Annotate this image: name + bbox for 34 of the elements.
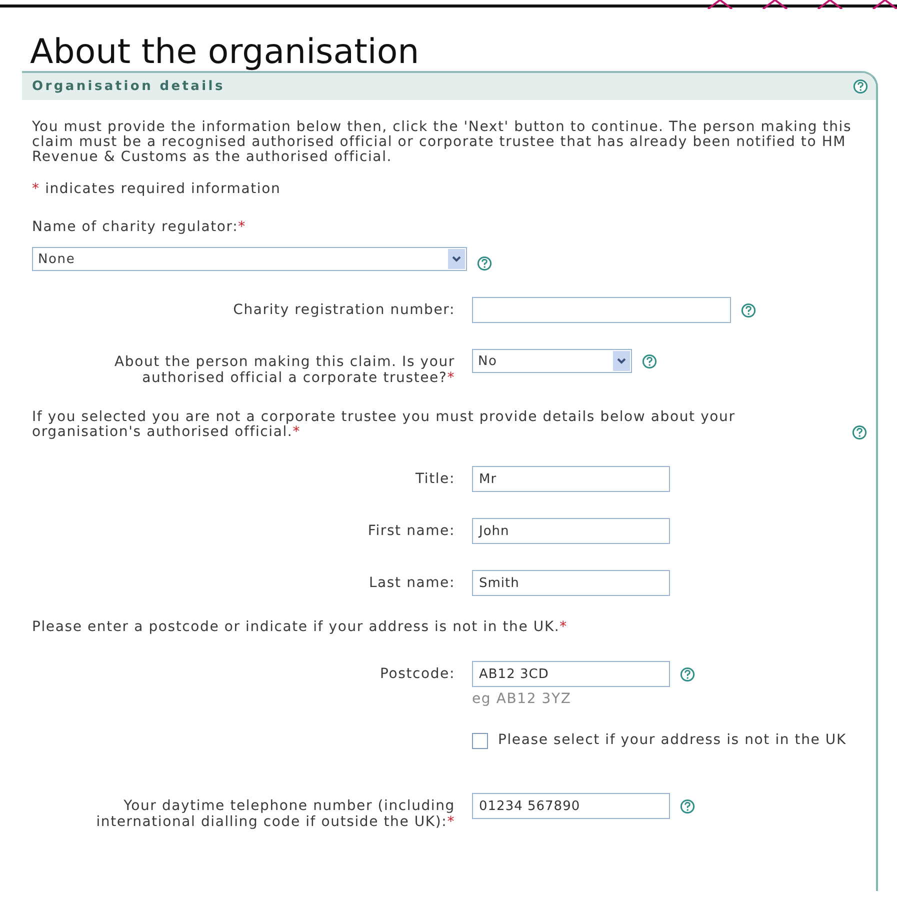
page-heading: About the organisation — [30, 33, 420, 71]
field-label: Name of charity regulator: — [32, 219, 238, 235]
text-field[interactable] — [472, 297, 731, 323]
section-note: Please enter a postcode or indicate if your address is not in the UK.* — [32, 620, 568, 635]
help-icon[interactable] — [741, 302, 756, 318]
help-icon[interactable] — [642, 354, 657, 368]
required-note: indicates required information — [44, 181, 281, 197]
field-label: Last name: — [368, 574, 455, 591]
field-label: Your daytime telephone number (including international dialling code if outside the UK):* — [95, 797, 455, 830]
help-icon[interactable] — [853, 79, 868, 94]
section-note: If you selected you are not a corporate trustee you must provide details below about your organisation's authorised official.* — [32, 410, 736, 440]
dropdown[interactable]: None — [32, 247, 467, 271]
text-field[interactable]: AB12 3CD — [472, 661, 670, 687]
text-field[interactable]: John — [472, 518, 670, 544]
checkbox[interactable] — [472, 733, 488, 749]
checkbox-label: Please select if your address is not in the UK — [498, 733, 846, 748]
text-field[interactable]: Mr — [472, 466, 670, 492]
field-hint: eg AB12 3YZ — [472, 691, 572, 707]
dropdown[interactable]: No — [472, 349, 632, 373]
field-label: About the person making this claim. Is your authorised official a corporate trustee?* — [114, 353, 455, 386]
help-icon[interactable] — [680, 666, 695, 682]
instructions-text: You must provide the information below then, click the 'Next' button to continue. The person making this claim must be a recognised authorised official or corporate trustee that has already been notified to HM Revenue & Customs as the authorised official. — [32, 120, 853, 165]
help-icon[interactable] — [477, 256, 492, 271]
field-label: Charity registration number: — [232, 301, 455, 318]
required-marker: * — [32, 181, 40, 197]
field-label: Title: — [414, 470, 455, 487]
help-icon[interactable] — [852, 425, 867, 440]
text-field[interactable]: 01234 567890 — [472, 793, 670, 819]
text-field[interactable]: Smith — [472, 570, 670, 596]
field-label: First name: — [366, 522, 455, 539]
help-icon[interactable] — [680, 798, 695, 814]
field-label: Postcode: — [379, 665, 455, 682]
required-marker: * — [238, 219, 246, 235]
panel-title: Organisation details — [32, 79, 225, 94]
